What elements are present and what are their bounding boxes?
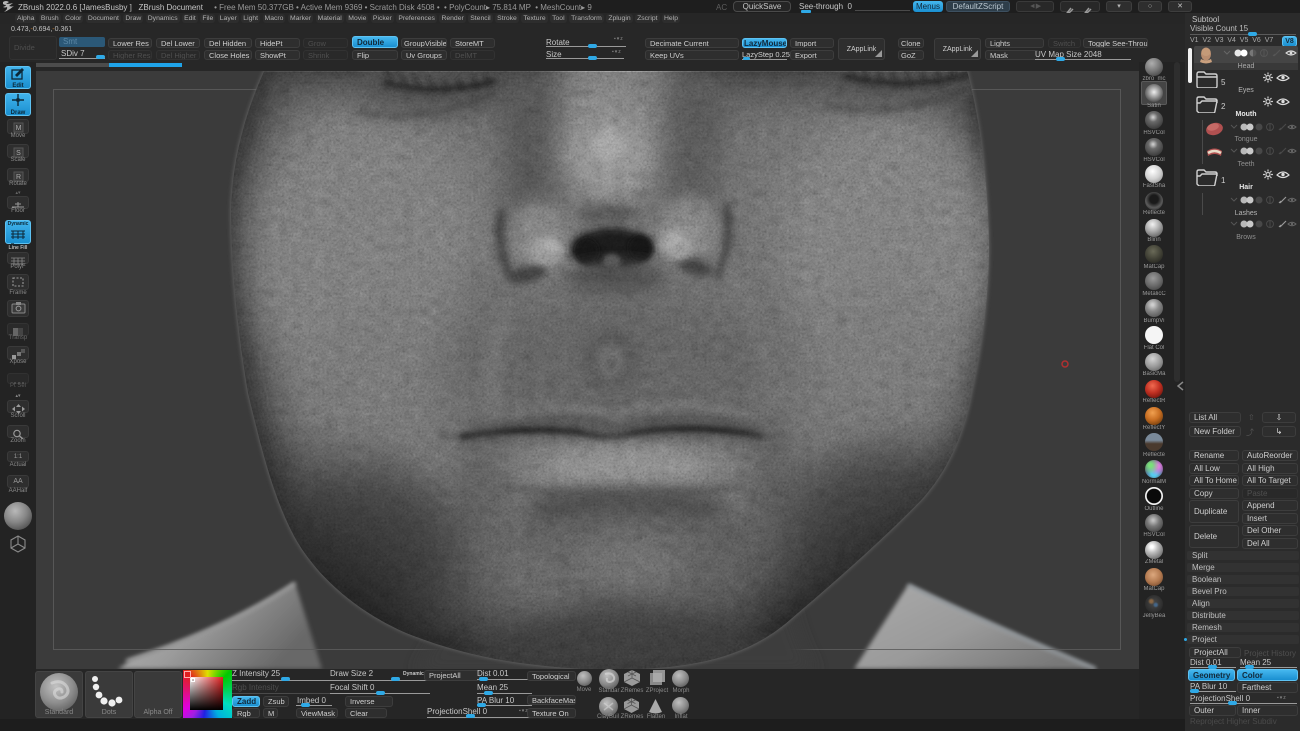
svg-text:R: R <box>15 174 20 181</box>
svg-text:M: M <box>15 125 21 132</box>
svg-text:S: S <box>16 150 21 157</box>
